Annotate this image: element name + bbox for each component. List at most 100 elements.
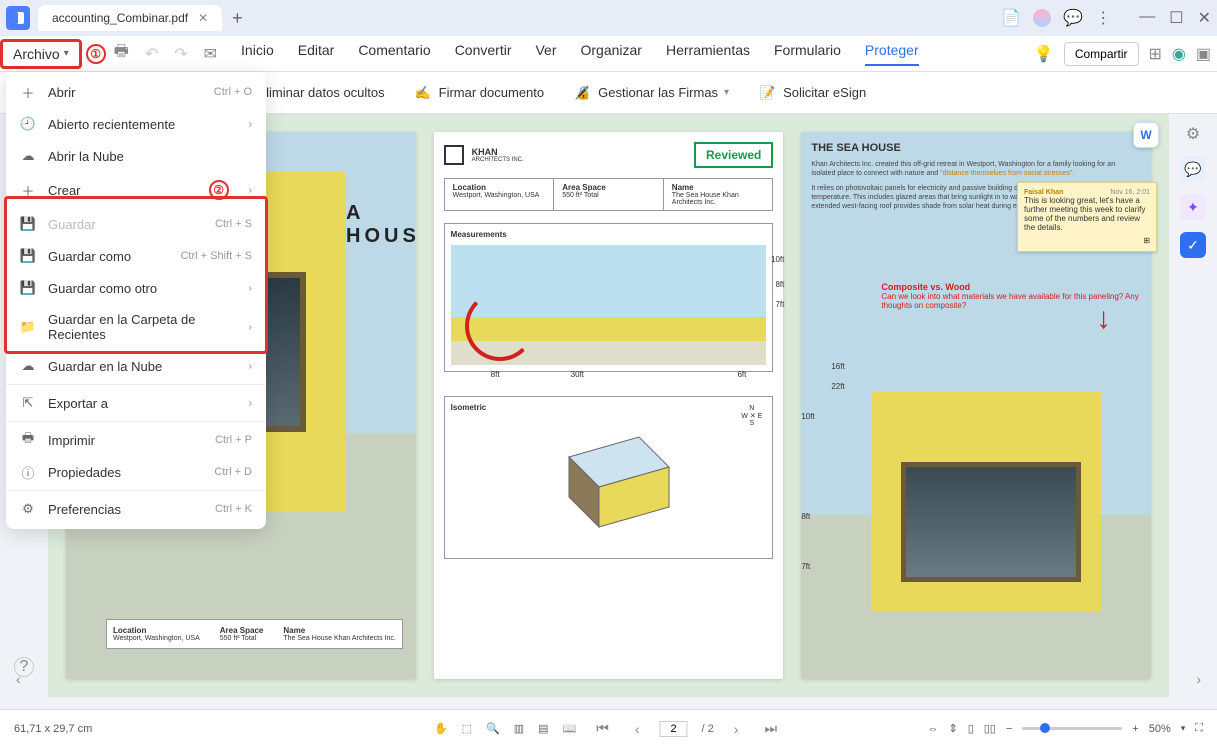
toolbar-icon-3[interactable]: ▣: [1196, 44, 1211, 64]
redo-icon[interactable]: ↷: [174, 44, 187, 64]
dd-guardar-carpeta[interactable]: 📁Guardar en la Carpeta de Recientes›: [6, 304, 266, 350]
file-dropdown: ＋AbrirCtrl + O 🕘Abierto recientemente› ☁…: [6, 72, 266, 529]
page-2: KHANARCHITECTS INC. Reviewed LocationWes…: [434, 132, 784, 679]
page3-title: THE SEA HOUSE: [811, 142, 1141, 154]
esign-icon: 📝: [757, 83, 777, 103]
menu-herramientas[interactable]: Herramientas: [666, 42, 750, 66]
menu-inicio[interactable]: Inicio: [241, 42, 274, 66]
menu-editar[interactable]: Editar: [298, 42, 335, 66]
page3-body: Khan Architects Inc. created this off-gr…: [811, 160, 1141, 178]
zoom-out-icon[interactable]: −: [1006, 723, 1012, 735]
dd-exportar[interactable]: ⇱Exportar a›: [6, 387, 266, 419]
dd-guardar-como[interactable]: 💾Guardar comoCtrl + Shift + S: [6, 240, 266, 272]
page1-title: A HOUSE: [346, 202, 416, 248]
lightbulb-icon[interactable]: 💡: [1034, 44, 1054, 64]
notification-icon[interactable]: 📄: [1003, 10, 1019, 26]
prev-page-icon[interactable]: ‹: [635, 721, 640, 737]
zoom-in-icon[interactable]: +: [1132, 723, 1138, 735]
maximize-button[interactable]: ☐: [1169, 8, 1183, 28]
gear-icon: ⚙: [20, 501, 36, 517]
folder-icon: 📁: [20, 319, 36, 335]
layout-icon-2[interactable]: ▯▯: [984, 722, 996, 735]
statusbar: 61,71 x 29,7 cm ✋ ⬚ 🔍 ▥ ▤ 📖 ⏮ ‹ / 2 › ⏭ …: [0, 709, 1217, 747]
add-tab-button[interactable]: +: [232, 8, 243, 29]
fit-page-icon[interactable]: ▥: [514, 722, 524, 735]
ribbon-gestionar-firmas[interactable]: 🔏Gestionar las Firmas▾: [572, 83, 729, 103]
next-page-icon[interactable]: ›: [734, 721, 739, 737]
page-dimensions: 61,71 x 29,7 cm: [14, 723, 92, 735]
measurements-label: Measurements: [451, 230, 767, 239]
dd-guardar-nube[interactable]: ☁Guardar en la Nube›: [6, 350, 266, 382]
print-icon[interactable]: 🖶: [114, 40, 129, 67]
read-mode-icon[interactable]: 📖: [563, 722, 577, 735]
fit-height-icon[interactable]: ⇕: [948, 722, 957, 735]
zoom-tool-icon[interactable]: 🔍: [486, 722, 500, 735]
minimize-button[interactable]: —: [1139, 8, 1155, 28]
clock-icon: 🕘: [20, 116, 36, 132]
menu-ver[interactable]: Ver: [535, 42, 556, 66]
avatar-icon[interactable]: [1033, 9, 1051, 27]
plus-icon: ＋: [20, 182, 36, 198]
dd-propiedades[interactable]: ⓘPropiedadesCtrl + D: [6, 456, 266, 488]
comments-icon[interactable]: 💬: [1065, 10, 1081, 26]
toolbar-icon-2[interactable]: ◉: [1172, 44, 1186, 64]
menubar: Archivo ▾ ① 🖶 ↶ ↷ ✉ Inicio Editar Coment…: [0, 36, 1217, 72]
dd-guardar-como-otro[interactable]: 💾Guardar como otro›: [6, 272, 266, 304]
chevron-right-icon: ›: [249, 361, 252, 372]
share-button[interactable]: Compartir: [1064, 42, 1139, 66]
fullscreen-icon[interactable]: ⛶: [1195, 722, 1203, 735]
zoom-slider[interactable]: [1022, 727, 1122, 730]
mail-icon[interactable]: ✉: [204, 44, 217, 64]
house3-graphic: 16ft 22ft 10ft 8ft 7ft: [821, 362, 1141, 622]
menu-comentario[interactable]: Comentario: [358, 42, 430, 66]
dd-abrir-nube[interactable]: ☁Abrir la Nube: [6, 140, 266, 172]
dd-preferencias[interactable]: ⚙PreferenciasCtrl + K: [6, 493, 266, 525]
dd-imprimir[interactable]: 🖶ImprimirCtrl + P: [6, 424, 266, 456]
close-button[interactable]: ✕: [1198, 8, 1211, 28]
layout-icon-1[interactable]: ▯: [968, 722, 974, 735]
cloud-icon: ☁: [20, 148, 36, 164]
toolbar-icon-1[interactable]: ⊞: [1149, 44, 1162, 64]
scroll-left-icon[interactable]: ‹: [16, 671, 21, 687]
ribbon-firmar[interactable]: ✍Firmar documento: [413, 83, 544, 103]
file-menu[interactable]: Archivo ▾: [0, 39, 82, 69]
document-tab[interactable]: accounting_Combinar.pdf ✕: [38, 5, 222, 31]
expand-comment-icon[interactable]: ⊞: [1024, 236, 1150, 245]
dd-abrir[interactable]: ＋AbrirCtrl + O: [6, 76, 266, 108]
first-page-icon[interactable]: ⏮: [596, 720, 609, 737]
tab-title: accounting_Combinar.pdf: [52, 11, 188, 25]
menu-organizar[interactable]: Organizar: [581, 42, 642, 66]
menu-convertir[interactable]: Convertir: [455, 42, 512, 66]
undo-icon[interactable]: ↶: [145, 44, 158, 64]
menu-proteger[interactable]: Proteger: [865, 42, 919, 66]
zoom-dropdown-icon[interactable]: ▾: [1181, 723, 1186, 734]
compass: N W ✕ E S: [741, 405, 762, 427]
fit-width-icon[interactable]: ⇔: [927, 723, 938, 735]
plus-icon: ＋: [20, 84, 36, 100]
last-page-icon[interactable]: ⏭: [764, 720, 777, 737]
chevron-right-icon: ›: [249, 185, 252, 196]
select-tool-icon[interactable]: ⬚: [462, 722, 472, 735]
view-mode-icon[interactable]: ▤: [538, 722, 548, 735]
kebab-menu-icon[interactable]: ⋮: [1095, 10, 1111, 26]
dd-guardar: 💾GuardarCtrl + S: [6, 208, 266, 240]
hand-tool-icon[interactable]: ✋: [434, 722, 448, 735]
word-export-badge[interactable]: W: [1133, 122, 1159, 148]
chevron-right-icon: ›: [249, 283, 252, 294]
dd-crear[interactable]: ＋Crear②›: [6, 172, 266, 208]
save-icon: 💾: [20, 216, 36, 232]
scroll-right-icon[interactable]: ›: [1196, 671, 1201, 687]
chevron-right-icon: ›: [249, 119, 252, 130]
checklist-icon[interactable]: ✓: [1180, 232, 1206, 258]
dd-abierto-recientemente[interactable]: 🕘Abierto recientemente›: [6, 108, 266, 140]
comment-sticky[interactable]: Faisal KhanNov 16, 2:01 This is looking …: [1017, 182, 1157, 252]
menu-formulario[interactable]: Formulario: [774, 42, 841, 66]
save-other-icon: 💾: [20, 280, 36, 296]
tab-close-icon[interactable]: ✕: [198, 11, 208, 25]
ai-tools-icon[interactable]: ✦: [1180, 194, 1206, 220]
page1-infobox: LocationWestport, Washington, USA Area S…: [106, 619, 403, 649]
ribbon-solicitar-esign[interactable]: 📝Solicitar eSign: [757, 83, 866, 103]
page-number-input[interactable]: [660, 721, 688, 737]
ai-chat-icon[interactable]: 💬: [1180, 156, 1206, 182]
sliders-icon[interactable]: ⚙: [1186, 124, 1200, 144]
